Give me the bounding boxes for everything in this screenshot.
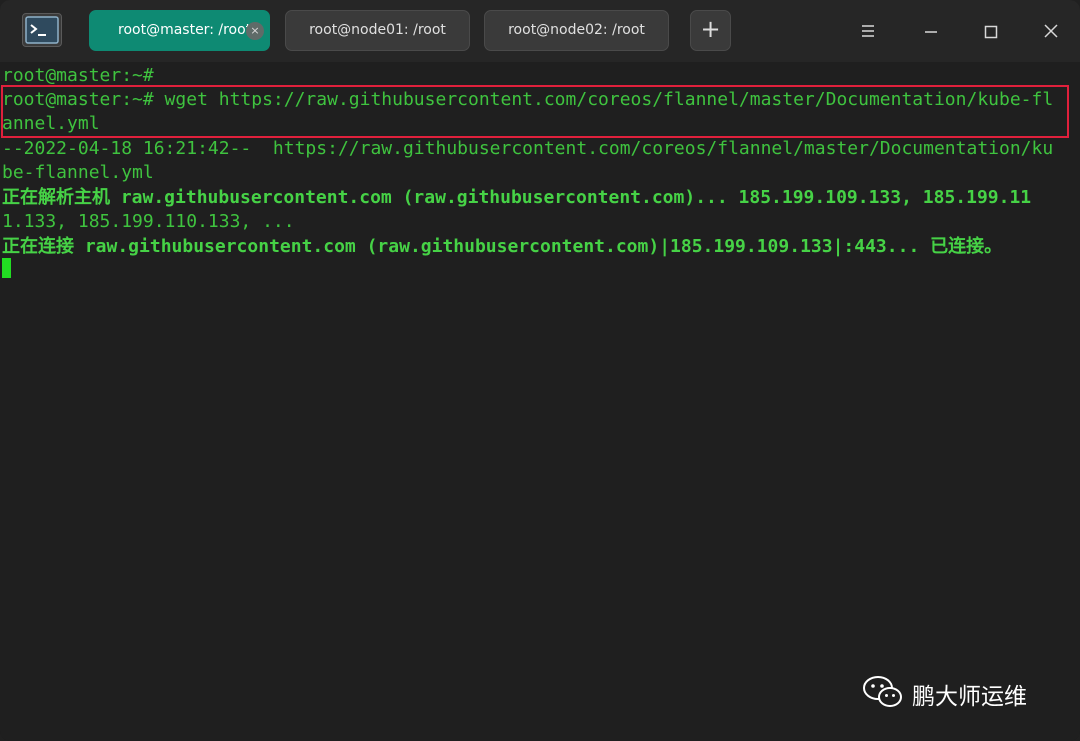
minimize-icon[interactable] xyxy=(917,17,945,45)
terminal-output[interactable]: root@master:~# root@master:~# wget https… xyxy=(0,62,1080,741)
terminal-line: 正在解析主机 raw.githubusercontent.com (raw.gi… xyxy=(2,187,1032,208)
tab-root-master[interactable]: root@master: /root × xyxy=(89,10,270,51)
tab-close-icon[interactable]: × xyxy=(246,22,264,40)
menu-icon[interactable] xyxy=(854,17,882,45)
title-bar: root@master: /root × root@node01: /root … xyxy=(0,0,1080,62)
wechat-icon xyxy=(862,674,904,715)
tab-root-node01[interactable]: root@node01: /root xyxy=(285,10,470,51)
tab-label: root@master: /root xyxy=(118,22,252,38)
close-icon[interactable] xyxy=(1037,17,1065,45)
tab-label: root@node02: /root xyxy=(508,22,645,38)
watermark: 鹏大师运维 xyxy=(862,674,1027,714)
terminal-app-icon xyxy=(22,13,62,47)
tab-label: root@node01: /root xyxy=(309,22,446,38)
terminal-line: 1.133, 185.199.110.133, ... xyxy=(2,211,295,232)
watermark-text: 鹏大师运维 xyxy=(912,684,1027,710)
terminal-line: be-flannel.yml xyxy=(2,162,154,183)
command-highlight-box xyxy=(1,85,1069,138)
terminal-window: root@master: /root × root@node01: /root … xyxy=(0,0,1080,741)
terminal-cursor xyxy=(2,258,11,278)
tab-root-node02[interactable]: root@node02: /root xyxy=(484,10,669,51)
terminal-line: 正在连接 raw.githubusercontent.com (raw.gith… xyxy=(2,236,1003,257)
maximize-icon[interactable] xyxy=(977,17,1005,45)
add-tab-button[interactable]: + xyxy=(690,10,731,51)
terminal-line: --2022-04-18 16:21:42-- https://raw.gith… xyxy=(2,138,1054,159)
